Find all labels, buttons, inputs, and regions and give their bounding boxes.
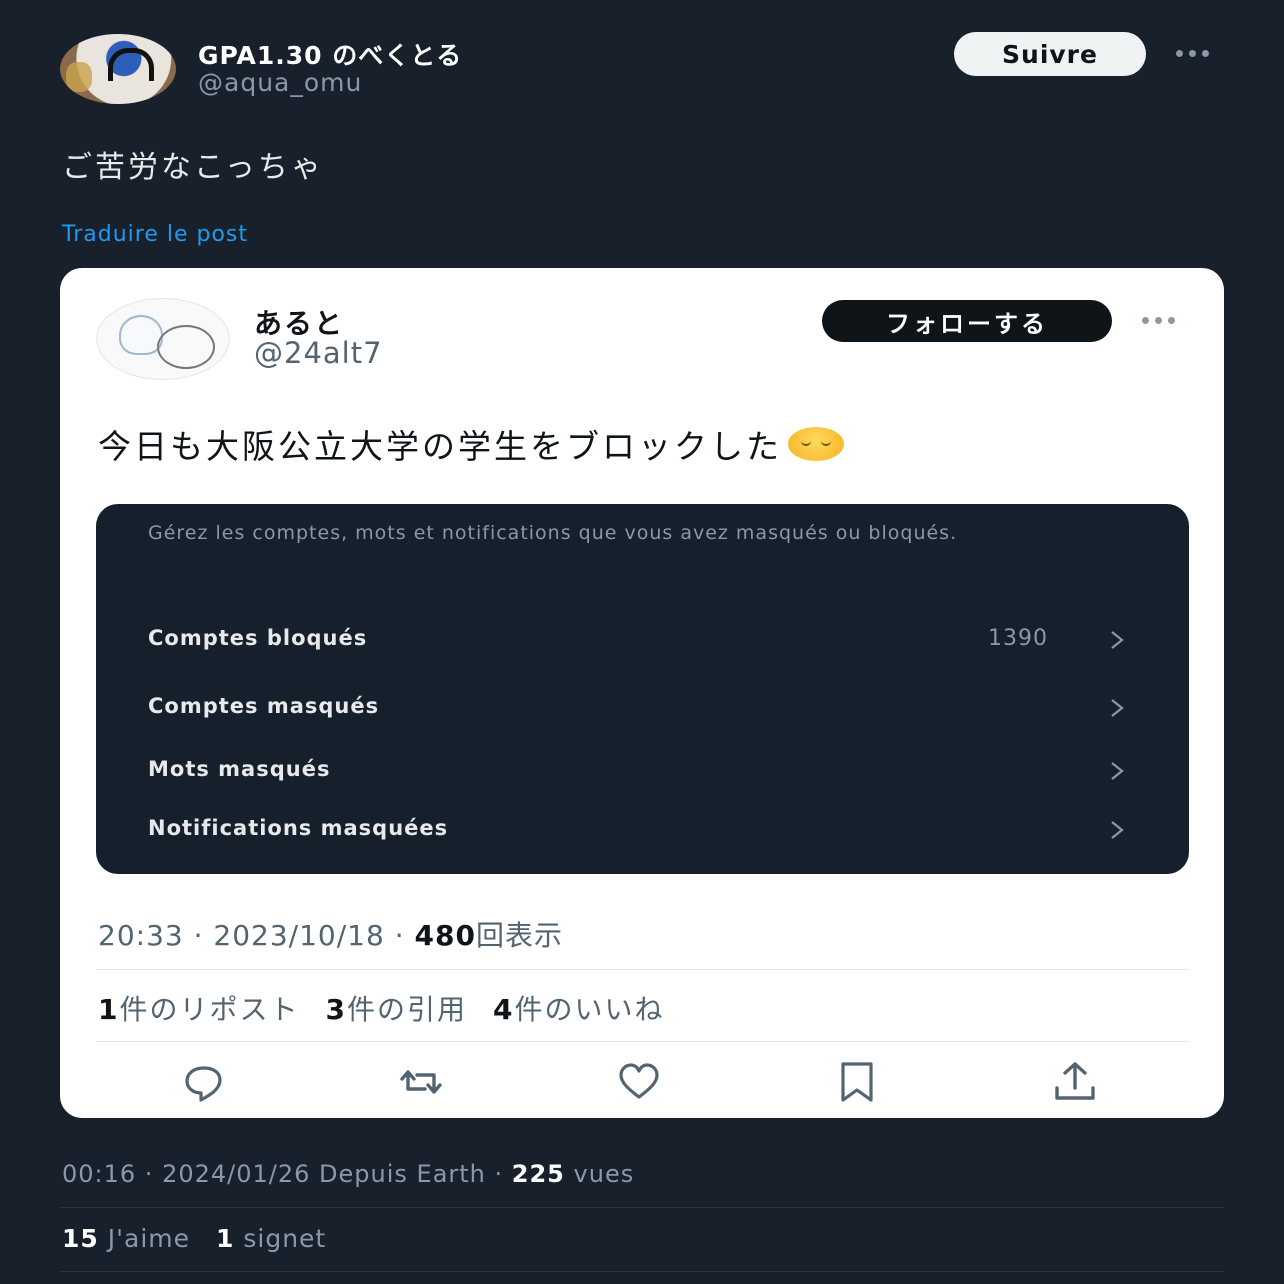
chevron-right-icon	[1111, 631, 1124, 649]
bookmarks-stat[interactable]: 1 signet	[216, 1224, 326, 1253]
chevron-right-icon	[1111, 762, 1124, 780]
author-display-name[interactable]: GPA1.30 のべくとる	[198, 36, 462, 72]
quoted-post-text: 今日も大阪公立大学の学生をブロックした	[98, 420, 844, 468]
post-text: ご苦労なこっちゃ	[62, 150, 324, 185]
post-time[interactable]: 00:16	[62, 1160, 136, 1188]
divider	[60, 1207, 1224, 1208]
reply-icon	[185, 1066, 222, 1102]
views-count: 225	[511, 1160, 565, 1188]
blocked-count: 1390	[988, 626, 1048, 651]
avatar-ornament	[66, 62, 92, 92]
more-options-icon[interactable]	[1176, 50, 1209, 57]
relieved-face-icon	[788, 427, 844, 461]
quoted-post-text-content: 今日も大阪公立大学の学生をブロックした	[98, 427, 782, 466]
quoted-more-icon	[1142, 317, 1175, 324]
retweet-icon	[400, 1070, 442, 1094]
share-icon	[1055, 1062, 1095, 1100]
panel-description: Gérez les comptes, mots et notifications…	[148, 522, 958, 544]
translate-post-link[interactable]: Traduire le post	[62, 222, 248, 247]
like-stat: 4件のいいね	[493, 993, 665, 1026]
divider	[96, 1041, 1189, 1042]
heart-icon	[619, 1063, 659, 1099]
repost-stat: 1件のリポスト	[98, 993, 300, 1026]
quoted-date: 2023/10/18	[213, 919, 385, 952]
row-muted-accounts: Comptes masqués	[148, 694, 380, 718]
post-date[interactable]: 2024/01/26	[162, 1160, 310, 1188]
quoted-follow-button: フォローする	[822, 300, 1112, 342]
views-label: vues	[573, 1160, 635, 1188]
quoted-handle: @24alt7	[254, 336, 383, 370]
quoted-views-label: 回表示	[475, 919, 563, 952]
quoted-author-avatar	[96, 298, 230, 380]
chevron-right-icon	[1111, 821, 1124, 839]
author-handle[interactable]: @aqua_omu	[198, 68, 362, 97]
divider	[60, 1271, 1224, 1272]
row-muted-words: Mots masqués	[148, 757, 331, 781]
row-muted-notifications: Notifications masquées	[148, 816, 449, 840]
bookmark-icon	[841, 1062, 873, 1102]
chevron-right-icon	[1111, 699, 1124, 717]
post-meta: 00:16 · 2024/01/26 Depuis Earth · 225 vu…	[62, 1160, 635, 1188]
engagement-stats: 15 J'aime 1 signet	[62, 1224, 326, 1253]
author-avatar[interactable]	[60, 34, 176, 104]
divider	[96, 969, 1189, 970]
likes-stat[interactable]: 15 J'aime	[62, 1224, 190, 1253]
avatar-face-drawing	[157, 325, 215, 369]
quoted-views-count: 480	[414, 919, 476, 952]
quote-stat: 3件の引用	[325, 993, 467, 1026]
quoted-engagement-stats: 1件のリポスト 3件の引用 4件のいいね	[98, 988, 665, 1028]
row-blocked-accounts: Comptes bloqués	[148, 626, 368, 650]
follow-button[interactable]: Suivre	[954, 32, 1146, 76]
quoted-post-meta: 20:33 · 2023/10/18 · 480回表示	[98, 919, 563, 952]
avatar-headphones	[108, 48, 154, 81]
post-source: Depuis Earth	[319, 1160, 486, 1188]
quoted-time: 20:33	[98, 919, 184, 952]
